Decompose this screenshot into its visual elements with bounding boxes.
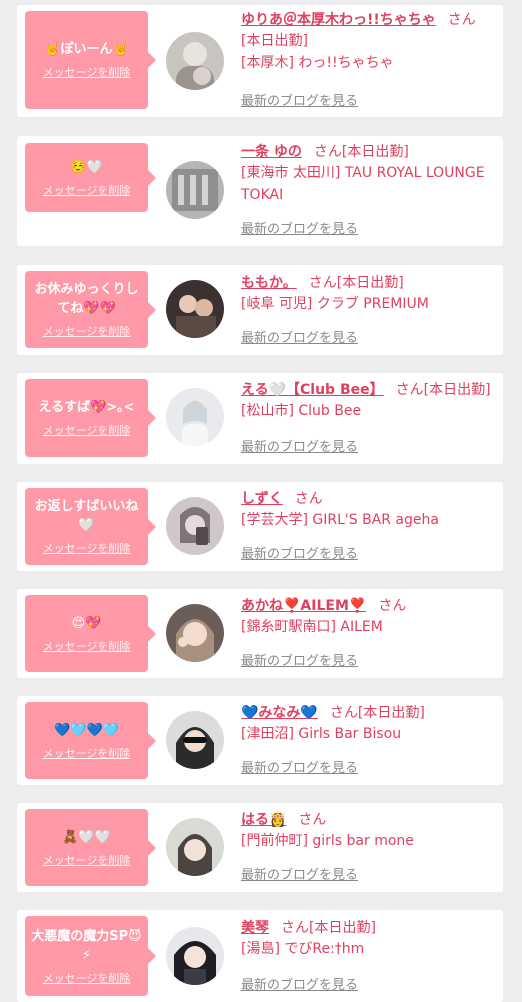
- shop-name: [本厚木] わっ!!ちゃちゃ: [241, 55, 394, 71]
- honorific: さん[本日出勤]: [281, 920, 376, 936]
- honorific: さん[本日出勤]: [308, 275, 404, 291]
- message-text: 💙🩵💙🩵: [54, 722, 119, 738]
- message-bubble: 大悪魔の魔力SP😈⚡ メッセージを削除: [25, 916, 156, 996]
- user-info: える🤍【Club Bee】 さん[本日出勤] [松山市] Club Bee: [241, 373, 497, 422]
- work-status: [本日出勤]: [241, 33, 308, 49]
- list-item: 😍💖 メッセージを削除 あかね❣️AILEM❣️ さん [錦糸町駅南口] AILE…: [17, 589, 503, 678]
- message-text: お休みゆっくりしてね💖💖: [34, 282, 139, 316]
- user-name-link[interactable]: 💙みなみ💙: [241, 705, 318, 721]
- message-bubble: 🧸🤍🤍 メッセージを削除: [25, 809, 156, 886]
- delete-message-link[interactable]: メッセージを削除: [43, 182, 131, 198]
- list-item: 💙🩵💙🩵 メッセージを削除 💙みなみ💙 さん[本日出勤] [津田沼] Girls …: [17, 696, 503, 785]
- user-name-link[interactable]: ももか。: [241, 275, 297, 291]
- message-bubble: 😍💖 メッセージを削除: [25, 595, 156, 672]
- message-bubble: お休みゆっくりしてね💖💖 メッセージを削除: [25, 271, 156, 348]
- delete-message-link[interactable]: メッセージを削除: [43, 540, 131, 556]
- shop-name: [錦糸町駅南口] AILEM: [241, 619, 383, 635]
- user-name-link[interactable]: 一条 ゆの: [241, 144, 302, 160]
- honorific: さん[本日出勤]: [395, 382, 491, 398]
- message-text: ☺️🤍: [70, 159, 103, 175]
- message-bubble: 💙🩵💙🩵 メッセージを削除: [25, 702, 156, 779]
- latest-blog-link[interactable]: 最新のブログを見る: [241, 436, 358, 455]
- avatar[interactable]: [166, 161, 224, 219]
- latest-blog-link[interactable]: 最新のブログを見る: [241, 327, 358, 346]
- honorific: さん[本日出勤]: [313, 144, 409, 160]
- latest-blog-link[interactable]: 最新のブログを見る: [241, 650, 358, 669]
- honorific: さん: [447, 12, 476, 28]
- user-info: ゆりあ＠本厚木わっ!!ちゃちゃ さん [本日出勤] [本厚木] わっ!!ちゃちゃ: [241, 5, 497, 74]
- message-text: 🤘ぽいーん🤘: [44, 42, 129, 57]
- delete-message-link[interactable]: メッセージを削除: [43, 852, 131, 868]
- message-text: 😍💖: [71, 615, 102, 631]
- honorific: さん: [298, 812, 327, 828]
- latest-blog-link[interactable]: 最新のブログを見る: [241, 974, 358, 993]
- message-text: 大悪魔の魔力SP😈⚡: [31, 928, 142, 963]
- latest-blog-link[interactable]: 最新のブログを見る: [241, 864, 358, 883]
- shop-name: [松山市] Club Bee: [241, 403, 362, 419]
- avatar[interactable]: [166, 818, 224, 876]
- user-name-link[interactable]: しずく: [241, 491, 283, 507]
- list-item: 🤘ぽいーん🤘 メッセージを削除 ゆりあ＠本厚木わっ!!ちゃちゃ さん [本日出勤]…: [17, 5, 503, 117]
- avatar[interactable]: [166, 280, 224, 338]
- user-info: 💙みなみ💙 さん[本日出勤] [津田沼] Girls Bar Bisou: [241, 696, 497, 745]
- delete-message-link[interactable]: メッセージを削除: [43, 970, 131, 986]
- user-info: しずく さん [学芸大学] GIRL'S BAR ageha: [241, 482, 497, 531]
- avatar[interactable]: [166, 711, 224, 769]
- shop-name: [門前仲町] girls bar mone: [241, 833, 414, 849]
- shop-name: [津田沼] Girls Bar Bisou: [241, 726, 402, 742]
- delete-message-link[interactable]: メッセージを削除: [43, 745, 131, 761]
- user-info: あかね❣️AILEM❣️ さん [錦糸町駅南口] AILEM: [241, 589, 497, 638]
- message-text: えるすば💖>｡<: [38, 400, 135, 415]
- latest-blog-link[interactable]: 最新のブログを見る: [241, 543, 358, 562]
- user-info: はる👸 さん [門前仲町] girls bar mone: [241, 803, 497, 852]
- user-info: ももか。 さん[本日出勤] [岐阜 可児] クラブ PREMIUM: [241, 265, 497, 315]
- delete-message-link[interactable]: メッセージを削除: [43, 638, 131, 654]
- avatar[interactable]: [166, 927, 224, 985]
- list-item: えるすば💖>｡< メッセージを削除 える🤍【Club Bee】 さん[本日出勤] …: [17, 373, 503, 464]
- shop-name: [岐阜 可児] クラブ PREMIUM: [241, 296, 429, 312]
- message-bubble: 🤘ぽいーん🤘 メッセージを削除: [25, 11, 156, 109]
- list-item: 大悪魔の魔力SP😈⚡ メッセージを削除 美琴 さん[本日出勤] [湯島] でびRe…: [17, 910, 503, 1002]
- avatar[interactable]: [166, 32, 224, 90]
- list-item: お返しすばいいね🤍 メッセージを削除 しずく さん [学芸大学] GIRL'S B…: [17, 482, 503, 571]
- shop-name: [東海市 太田川] TAU ROYAL LOUNGE TOKAI: [241, 165, 485, 203]
- message-bubble: お返しすばいいね🤍 メッセージを削除: [25, 488, 156, 565]
- honorific: さん[本日出勤]: [329, 705, 425, 721]
- user-info: 美琴 さん[本日出勤] [湯島] でびRe:†hm: [241, 910, 497, 960]
- user-name-link[interactable]: える🤍【Club Bee】: [241, 382, 384, 398]
- list-item: ☺️🤍 メッセージを削除 一条 ゆの さん[本日出勤] [東海市 太田川] TAU…: [17, 136, 503, 246]
- list-item: お休みゆっくりしてね💖💖 メッセージを削除 ももか。 さん[本日出勤] [岐阜 可…: [17, 265, 503, 355]
- message-list: 🤘ぽいーん🤘 メッセージを削除 ゆりあ＠本厚木わっ!!ちゃちゃ さん [本日出勤]…: [0, 0, 522, 1002]
- user-info: 一条 ゆの さん[本日出勤] [東海市 太田川] TAU ROYAL LOUNGE…: [241, 136, 497, 206]
- delete-message-link[interactable]: メッセージを削除: [43, 323, 131, 339]
- message-text: 🧸🤍🤍: [62, 829, 111, 845]
- list-item: 🧸🤍🤍 メッセージを削除 はる👸 さん [門前仲町] girls bar mone…: [17, 803, 503, 892]
- message-text: お返しすばいいね🤍: [34, 499, 139, 533]
- message-bubble: えるすば💖>｡< メッセージを削除: [25, 379, 156, 457]
- shop-name: [学芸大学] GIRL'S BAR ageha: [241, 512, 439, 528]
- user-name-link[interactable]: 美琴: [241, 920, 269, 936]
- latest-blog-link[interactable]: 最新のブログを見る: [241, 90, 358, 109]
- user-name-link[interactable]: はる👸: [241, 812, 286, 828]
- message-bubble: ☺️🤍 メッセージを削除: [25, 143, 156, 212]
- honorific: さん: [294, 491, 323, 507]
- latest-blog-link[interactable]: 最新のブログを見る: [241, 757, 358, 776]
- avatar[interactable]: [166, 604, 224, 662]
- avatar[interactable]: [166, 388, 224, 446]
- delete-message-link[interactable]: メッセージを削除: [43, 64, 131, 80]
- shop-name: [湯島] でびRe:†hm: [241, 941, 365, 957]
- honorific: さん: [378, 598, 407, 614]
- avatar[interactable]: [166, 497, 224, 555]
- user-name-link[interactable]: ゆりあ＠本厚木わっ!!ちゃちゃ: [241, 12, 436, 28]
- latest-blog-link[interactable]: 最新のブログを見る: [241, 218, 358, 237]
- delete-message-link[interactable]: メッセージを削除: [43, 422, 131, 438]
- user-name-link[interactable]: あかね❣️AILEM❣️: [241, 598, 366, 614]
